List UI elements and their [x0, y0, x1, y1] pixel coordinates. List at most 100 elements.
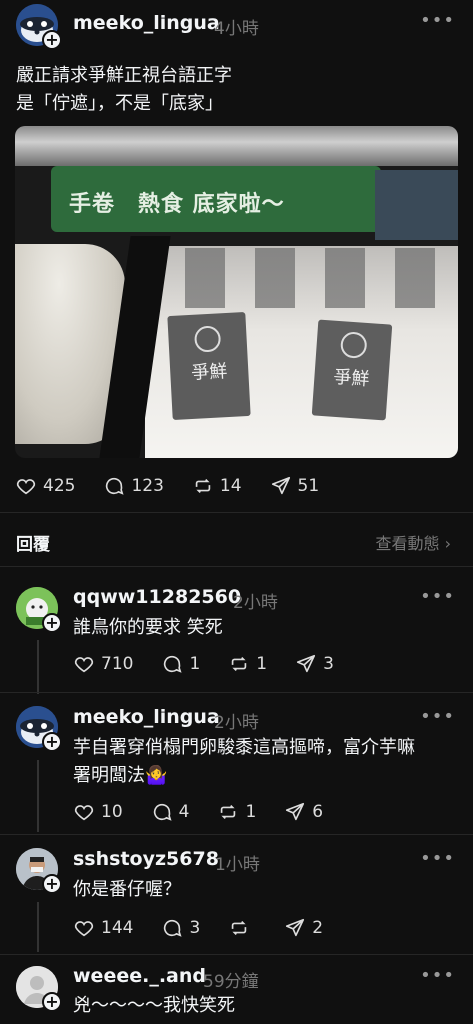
logo-circle-icon — [193, 325, 222, 353]
thread-line — [37, 760, 39, 832]
avatar[interactable]: + — [16, 4, 62, 50]
repost-icon — [232, 656, 247, 672]
like-button[interactable]: 710 — [73, 653, 133, 675]
thread-line — [37, 640, 39, 694]
follow-plus-icon[interactable]: + — [42, 613, 62, 633]
comment-icon — [106, 477, 125, 495]
share-count: 2 — [312, 918, 324, 938]
more-icon[interactable]: ••• — [420, 706, 455, 727]
repost-count: 14 — [219, 476, 242, 496]
reply-actions: 710 1 1 3 — [73, 653, 362, 675]
follow-plus-icon[interactable]: + — [42, 992, 62, 1012]
repost-icon — [195, 478, 211, 494]
share-button[interactable]: 51 — [270, 475, 320, 497]
comment-button[interactable]: 4 — [151, 801, 190, 823]
view-activity-link[interactable]: 查看動態 › — [376, 530, 452, 554]
like-count: 144 — [101, 918, 134, 938]
share-icon — [286, 802, 305, 821]
like-count: 10 — [101, 802, 123, 822]
repost-count: 1 — [256, 654, 268, 674]
reply-text-line1: 芋自署穿俏榻門卵駿黍這高摳啼，富介芋嘛 — [73, 737, 415, 758]
avatar[interactable]: + — [16, 966, 62, 1012]
replies-label: 回覆 — [16, 535, 50, 555]
follow-plus-icon[interactable]: + — [42, 30, 62, 50]
product-tag: 爭鮮 — [167, 312, 251, 420]
post-time: 4小時 — [214, 19, 259, 39]
avatar[interactable]: + — [16, 587, 62, 633]
share-icon — [286, 918, 305, 937]
counter-rail — [15, 126, 458, 166]
reply-text-line2: 署明闆法🤷‍♀️ — [73, 765, 168, 786]
shelf — [375, 170, 458, 240]
avatar[interactable]: + — [16, 848, 62, 894]
comment-icon — [153, 803, 172, 821]
product-tag: 爭鮮 — [311, 319, 393, 421]
reply-time: 2小時 — [233, 593, 278, 613]
post-actions: 425 123 14 51 — [15, 475, 347, 497]
share-icon — [297, 654, 316, 673]
comment-button[interactable]: 123 — [103, 475, 164, 497]
repost-icon — [232, 920, 247, 936]
comment-button[interactable]: 1 — [161, 653, 200, 675]
follow-plus-icon[interactable]: + — [42, 874, 62, 894]
avatar[interactable]: + — [16, 706, 62, 752]
repost-icon — [221, 804, 236, 820]
share-button[interactable]: 2 — [284, 917, 323, 939]
reply-text: 芋自署穿俏榻門卵駿黍這高摳啼，富介芋嘛 署明闆法🤷‍♀️ — [73, 734, 463, 790]
more-icon[interactable]: ••• — [420, 10, 455, 31]
reply-time: 59分鐘 — [203, 972, 259, 992]
sign-text: 手卷 熱食 底家啦～ — [69, 192, 285, 217]
reply-text: 誰鳥你的要求 笑死 — [73, 617, 223, 638]
follow-plus-icon[interactable]: + — [42, 732, 62, 752]
repost-count: 1 — [245, 802, 257, 822]
share-count: 6 — [312, 802, 324, 822]
heart-icon — [74, 657, 94, 673]
packet-rows — [185, 248, 445, 308]
logo-circle-icon — [339, 331, 368, 359]
comment-count: 4 — [178, 802, 190, 822]
reply-time: 2小時 — [214, 713, 259, 733]
more-icon[interactable]: ••• — [420, 586, 455, 607]
reply-username[interactable]: weeee._.and — [73, 965, 206, 987]
comment-count: 1 — [189, 654, 201, 674]
comment-icon — [164, 919, 183, 937]
comment-button[interactable]: 3 — [161, 917, 200, 939]
comment-icon — [164, 655, 183, 673]
more-icon[interactable]: ••• — [420, 848, 455, 869]
comment-count: 3 — [189, 918, 201, 938]
reply-username[interactable]: meeko_lingua — [73, 706, 220, 728]
reply-username[interactable]: sshstoyz5678 — [73, 848, 219, 870]
share-count: 3 — [323, 654, 334, 674]
repost-button[interactable]: 1 — [228, 653, 267, 675]
repost-button[interactable]: 14 — [192, 475, 242, 497]
tag-text: 爭鮮 — [190, 361, 228, 384]
like-count: 425 — [43, 476, 76, 496]
reply-username[interactable]: qqww11282560 — [73, 586, 241, 608]
repost-button[interactable]: 1 — [217, 801, 256, 823]
tag-text: 爭鮮 — [332, 366, 371, 391]
share-count: 51 — [297, 476, 320, 496]
reply-text: 兇～～～～我快笑死 — [73, 995, 235, 1016]
reply-time: 1小時 — [215, 855, 260, 875]
like-button[interactable]: 425 — [15, 475, 75, 497]
divider — [0, 692, 473, 693]
divider — [0, 512, 473, 513]
post-image[interactable]: 手卷 熱食 底家啦～ 爭鮮 爭鮮 — [15, 126, 458, 458]
heart-icon — [16, 479, 36, 495]
post-text-line2: 是「佇遮」，不是「底家」 — [16, 93, 223, 114]
share-button[interactable]: 6 — [284, 801, 323, 823]
divider — [0, 954, 473, 955]
heart-icon — [74, 921, 94, 937]
post-username[interactable]: meeko_lingua — [73, 12, 220, 34]
share-button[interactable]: 3 — [295, 653, 334, 675]
thread-line — [37, 902, 39, 952]
divider — [0, 566, 473, 567]
like-button[interactable]: 10 — [73, 801, 123, 823]
post-text-line1: 嚴正請求爭鮮正視台語正字 — [16, 65, 232, 86]
like-count: 710 — [101, 654, 134, 674]
more-icon[interactable]: ••• — [420, 965, 455, 986]
like-button[interactable]: 144 — [73, 917, 133, 939]
reply-text: 你是番仔喔？ — [73, 879, 181, 900]
repost-button[interactable] — [228, 917, 256, 939]
divider — [0, 834, 473, 835]
